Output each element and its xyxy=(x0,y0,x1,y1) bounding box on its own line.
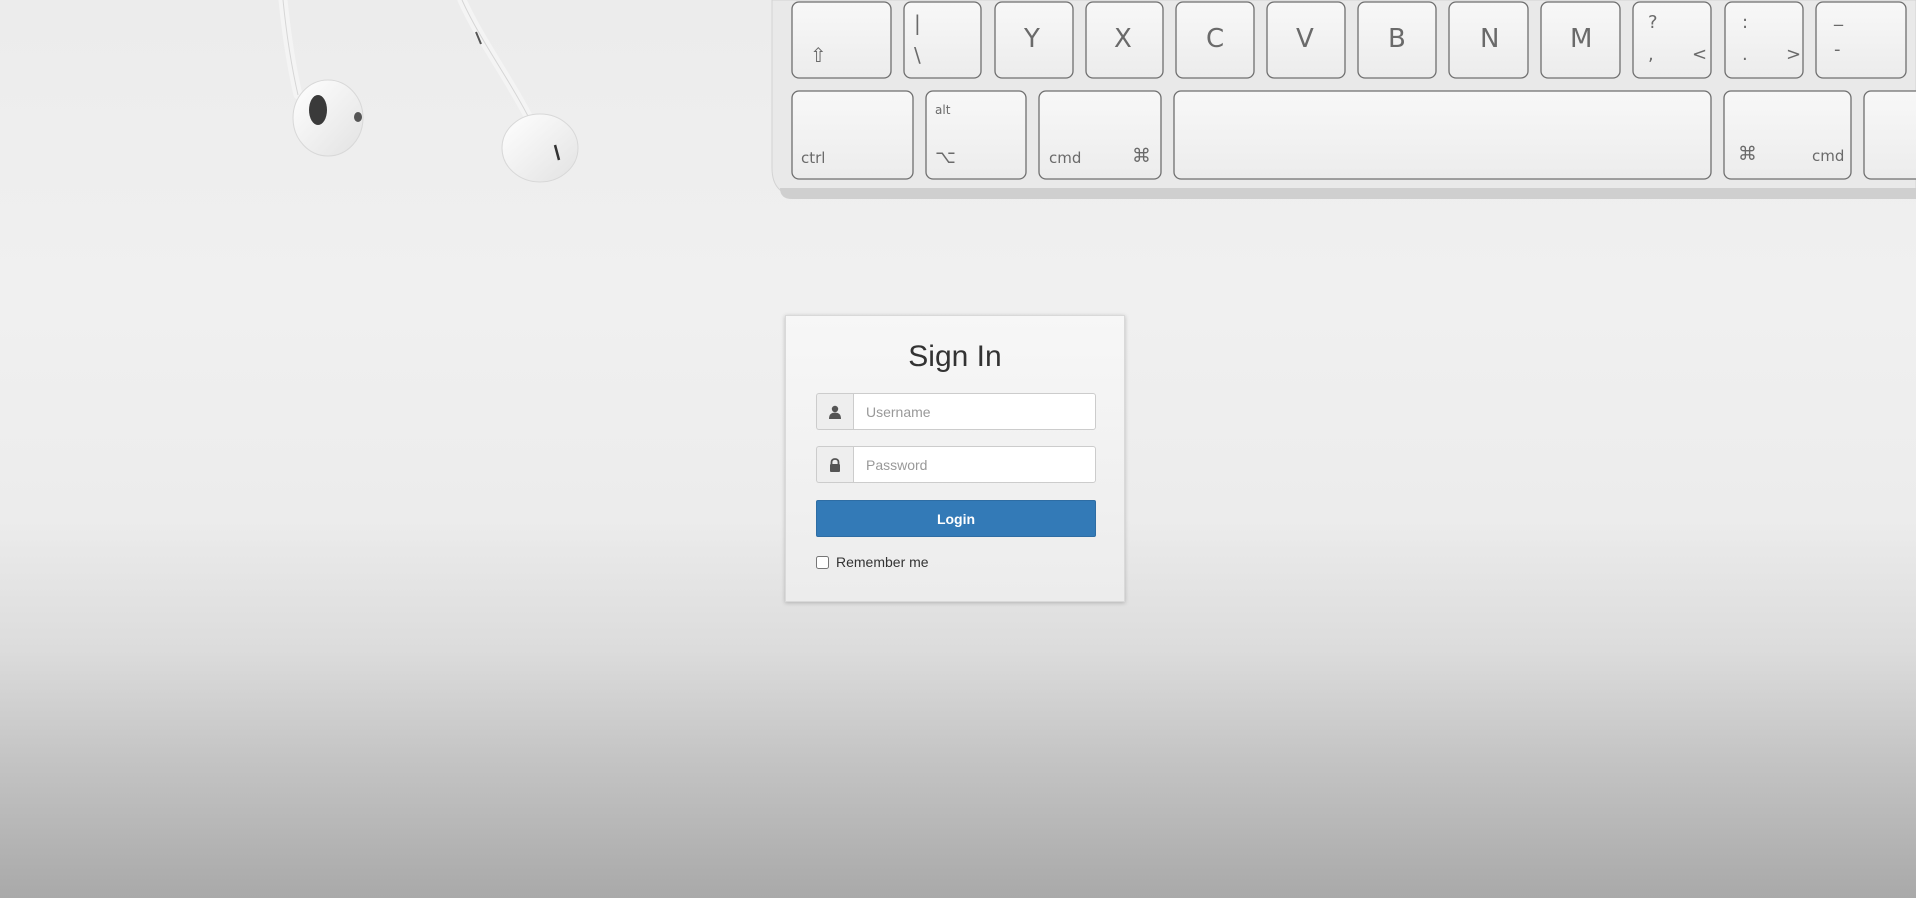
remember-checkbox[interactable] xyxy=(816,555,829,569)
username-input[interactable] xyxy=(853,393,1096,430)
password-input[interactable] xyxy=(853,446,1096,483)
login-panel: Sign In Login Remember me xyxy=(785,315,1125,602)
password-group xyxy=(816,446,1096,483)
key-cmd-left: cmd xyxy=(1049,149,1081,167)
key-v: V xyxy=(1296,24,1314,54)
key-alt: alt xyxy=(935,103,951,117)
key-n: N xyxy=(1480,24,1499,54)
remember-me[interactable]: Remember me xyxy=(816,554,929,570)
key-period: . xyxy=(1742,44,1748,65)
key-cmd-symbol-right: ⌘ xyxy=(1738,143,1757,165)
key-b: B xyxy=(1388,24,1406,54)
key-comma: , xyxy=(1648,44,1654,65)
key-shift: ⇧ xyxy=(810,43,827,67)
key-pipe: | xyxy=(914,11,921,35)
key-m: M xyxy=(1570,24,1592,54)
key-cmd-symbol-left: ⌘ xyxy=(1132,145,1151,167)
key-question: ? xyxy=(1648,12,1658,33)
lock-icon xyxy=(816,446,853,483)
key-colon: : xyxy=(1742,12,1748,33)
key-gt: > xyxy=(1786,44,1801,65)
key-minus: - xyxy=(1834,39,1841,60)
key-y: Y xyxy=(1023,24,1040,54)
key-lt: < xyxy=(1692,44,1707,65)
key-underscore: _ xyxy=(1833,6,1844,27)
page-title: Sign In xyxy=(908,340,1002,373)
username-group xyxy=(816,393,1096,430)
user-icon xyxy=(816,393,853,430)
login-button[interactable]: Login xyxy=(816,500,1096,537)
key-x: X xyxy=(1114,24,1132,54)
earphones-icon xyxy=(278,0,579,183)
key-backslash: \ xyxy=(914,43,921,67)
remember-label: Remember me xyxy=(836,554,929,570)
key-c: C xyxy=(1206,24,1224,54)
key-option: ⌥ xyxy=(935,147,956,168)
key-cmd-right: cmd xyxy=(1812,147,1844,165)
keyboard-icon: ⇧ | \ Y X C V B N M ? , < : . > _ - ctrl… xyxy=(771,0,1916,199)
key-ctrl: ctrl xyxy=(801,149,825,167)
